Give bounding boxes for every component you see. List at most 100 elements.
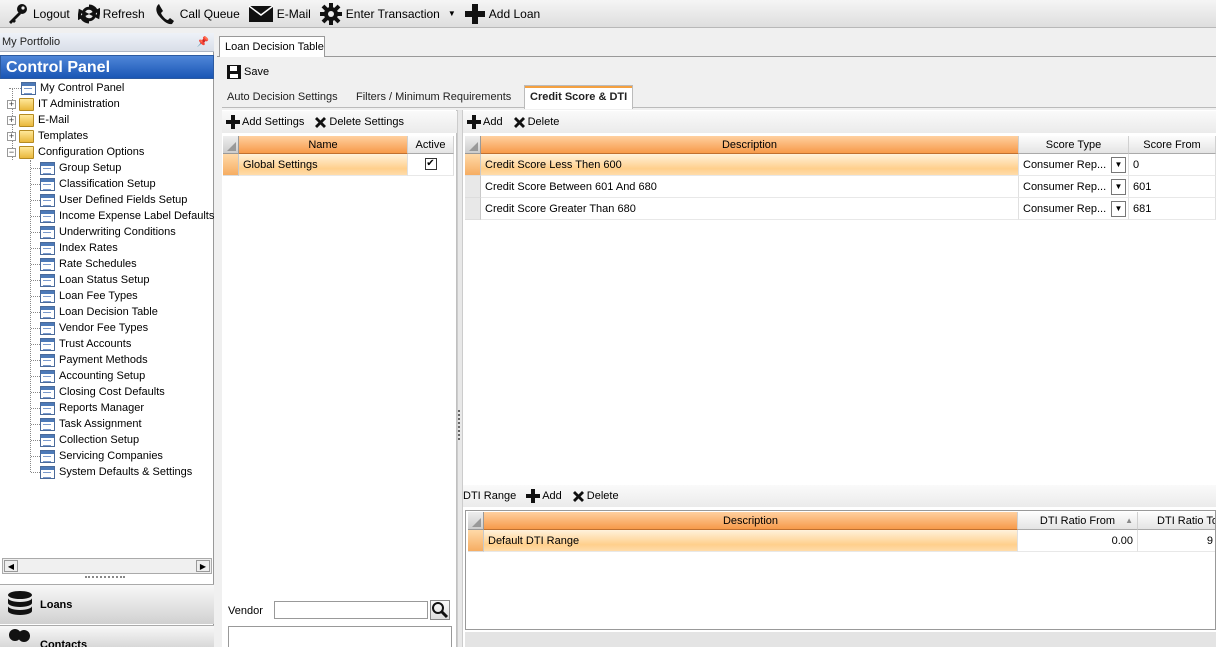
score-type-combo[interactable]: Consumer Rep... ▼ [1019,154,1129,176]
tree-item-my-control-panel[interactable]: My Control Panel [9,80,124,96]
tree-item-classification-setup[interactable]: Classification Setup [31,176,156,192]
document-icon [40,465,55,479]
call-queue-button[interactable]: Call Queue [149,1,244,27]
vendor-list[interactable] [228,626,452,647]
tree-item-rate-schedules[interactable]: Rate Schedules [31,256,137,272]
tab-filters-minimum-requirements[interactable]: Filters / Minimum Requirements [351,86,516,108]
tree-item-accounting-setup[interactable]: Accounting Setup [31,368,145,384]
row-indicator[interactable] [468,530,484,552]
score-from-cell[interactable]: 601 [1129,176,1216,198]
chevron-down-icon[interactable]: ▼ [1111,156,1126,173]
row-indicator[interactable] [465,154,481,176]
active-checkbox[interactable]: ✔ [424,158,437,170]
tree-item-group-setup[interactable]: Group Setup [31,160,121,176]
credit-description-cell[interactable]: Credit Score Greater Than 680 [481,198,1019,220]
nav-contacts-label: Contacts [40,638,88,647]
save-button[interactable]: Save [226,64,269,80]
vendor-search-button[interactable] [430,600,450,620]
refresh-icon [77,3,100,24]
tab-credit-score-dti[interactable]: Credit Score & DTI [524,85,634,109]
nav-loans[interactable]: Loans [0,584,214,624]
tree-item-vendor-fee-types[interactable]: Vendor Fee Types [31,320,148,336]
tree-item-payment-methods[interactable]: Payment Methods [31,352,148,368]
column-header-name[interactable]: Name [239,136,408,154]
column-header-description[interactable]: Description [481,136,1019,154]
settings-pane: Add Settings Delete Settings Name Active… [222,110,457,647]
score-type-combo[interactable]: Consumer Rep... ▼ [1019,198,1129,220]
credit-description-cell[interactable]: Credit Score Less Then 600 [481,154,1019,176]
column-header-score-type[interactable]: Score Type [1019,136,1129,154]
expand-icon[interactable]: + [7,115,16,125]
dti-add-button[interactable]: Add [526,489,562,503]
row-indicator[interactable] [465,176,481,198]
plus-icon [526,489,541,503]
collapse-icon[interactable]: − [7,147,16,157]
tree-item-closing-cost-defaults[interactable]: Closing Cost Defaults [31,384,165,400]
tree-item-email[interactable]: + E-Mail [7,112,69,128]
tree-item-configuration-options[interactable]: − Configuration Options [7,144,144,160]
add-loan-button[interactable]: Add Loan [460,1,544,27]
chevron-down-icon[interactable]: ▼ [1111,200,1126,217]
tree-horizontal-scrollbar[interactable]: ◀ ▶ [2,558,212,574]
dti-description-cell[interactable]: Default DTI Range [484,530,1018,552]
column-header-dti-to[interactable]: DTI Ratio To [1138,512,1215,530]
vendor-input[interactable] [274,601,428,619]
logout-button[interactable]: Logout [2,1,74,27]
enter-transaction-button[interactable]: Enter Transaction ▼ [315,1,460,27]
credit-delete-button[interactable]: Delete [513,116,559,129]
score-from-cell[interactable]: 681 [1129,198,1216,220]
tree-item-task-assignment[interactable]: Task Assignment [31,416,142,432]
tree-item-loan-status-setup[interactable]: Loan Status Setup [31,272,150,288]
dti-delete-button[interactable]: Delete [572,490,619,503]
tree-item-templates[interactable]: + Templates [7,128,88,144]
scroll-left-icon[interactable]: ◀ [4,560,18,572]
document-tab-strip [217,56,1216,57]
credit-description-cell[interactable]: Credit Score Between 601 And 680 [481,176,1019,198]
column-header-dti-description[interactable]: Description [484,512,1018,530]
refresh-button[interactable]: Refresh [74,1,149,27]
tree-item-user-defined-fields[interactable]: User Defined Fields Setup [31,192,187,208]
settings-active-cell[interactable]: ✔ [408,154,454,176]
tab-auto-decision-settings[interactable]: Auto Decision Settings [222,86,343,108]
dti-to-cell[interactable]: 9 [1138,530,1215,552]
credit-add-button[interactable]: Add [467,115,503,129]
settings-name-cell[interactable]: Global Settings [239,154,408,176]
tree-item-loan-decision-table[interactable]: Loan Decision Table [31,304,158,320]
tree-item-it-administration[interactable]: + IT Administration [7,96,120,112]
row-indicator[interactable] [223,154,239,176]
tree-item-reports-manager[interactable]: Reports Manager [31,400,144,416]
document-icon [40,337,55,351]
grid-select-all[interactable] [223,136,239,154]
dti-from-cell[interactable]: 0.00 [1018,530,1138,552]
score-from-cell[interactable]: 0 [1129,154,1216,176]
column-header-dti-from[interactable]: DTI Ratio From ▲ [1018,512,1138,530]
tree-item-index-rates[interactable]: Index Rates [31,240,118,256]
tree-item-loan-fee-types[interactable]: Loan Fee Types [31,288,138,304]
chevron-down-icon[interactable]: ▼ [448,9,456,18]
nav-contacts[interactable]: Contacts [0,625,214,647]
score-type-combo[interactable]: Consumer Rep... ▼ [1019,176,1129,198]
tree-item-underwriting-conditions[interactable]: Underwriting Conditions [31,224,176,240]
control-panel-title: Control Panel [0,55,214,79]
folder-icon [19,129,34,143]
delete-settings-button[interactable]: Delete Settings [314,116,404,129]
grid-select-all[interactable] [468,512,484,530]
email-button[interactable]: E-Mail [244,1,315,27]
tree-item-trust-accounts[interactable]: Trust Accounts [31,336,131,352]
document-tab-loan-decision-table[interactable]: Loan Decision Table [219,36,325,57]
row-indicator[interactable] [465,198,481,220]
chevron-down-icon[interactable]: ▼ [1111,178,1126,195]
add-settings-button[interactable]: Add Settings [226,115,304,129]
scroll-right-icon[interactable]: ▶ [196,560,210,572]
expand-icon[interactable]: + [7,131,16,141]
nav-splitter-grip[interactable] [85,576,125,580]
tree-item-system-defaults[interactable]: System Defaults & Settings [31,464,192,480]
tree-item-servicing-companies[interactable]: Servicing Companies [31,448,163,464]
tree-item-collection-setup[interactable]: Collection Setup [31,432,139,448]
grid-select-all[interactable] [465,136,481,154]
expand-icon[interactable]: + [7,99,16,109]
pin-icon[interactable]: 📌 [197,33,209,52]
tree-item-income-expense-label[interactable]: Income Expense Label Defaults [31,208,214,224]
column-header-active[interactable]: Active [408,136,454,154]
column-header-score-from[interactable]: Score From [1129,136,1216,154]
